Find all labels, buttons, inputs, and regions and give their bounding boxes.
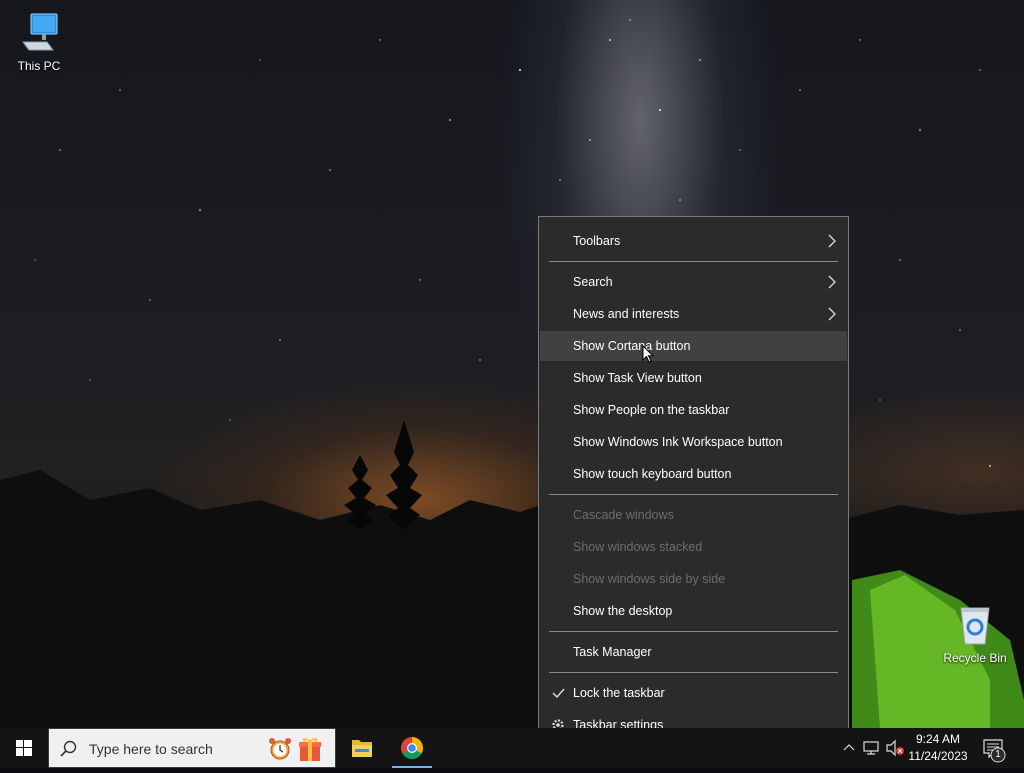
tray-date: 11/24/2023 <box>908 749 968 763</box>
start-button[interactable] <box>0 728 48 768</box>
desktop-icon-label: This PC <box>17 59 61 73</box>
menu-item-label: Task Manager <box>573 645 652 659</box>
menu-separator <box>549 494 838 495</box>
menu-item-show-cortana-button[interactable]: Show Cortana button <box>540 331 847 361</box>
menu-item-label: Show Cortana button <box>573 339 691 353</box>
network-icon <box>863 741 879 755</box>
taskbar-context-menu: Toolbars Search News and interests Show … <box>538 216 849 748</box>
menu-item-label: Show touch keyboard button <box>573 467 732 481</box>
menu-item-label: Show Task View button <box>573 371 702 385</box>
network-tray-button[interactable] <box>860 728 882 768</box>
tray-time: 9:24 AM <box>915 732 961 746</box>
menu-item-label: Toolbars <box>573 234 621 248</box>
monitor-icon <box>22 13 58 51</box>
taskbar-app-file-explorer[interactable] <box>338 728 386 768</box>
menu-item-label: Cascade windows <box>573 508 674 522</box>
menu-item-label: Show windows side by side <box>573 572 726 586</box>
menu-item-label: Show Windows Ink Workspace button <box>573 435 783 449</box>
chrome-icon <box>401 737 423 759</box>
menu-item-show-the-desktop[interactable]: Show the desktop <box>540 596 847 626</box>
menu-item-news-and-interests[interactable]: News and interests <box>540 299 847 329</box>
volume-muted-icon <box>886 739 904 757</box>
menu-item-show-touch-keyboard[interactable]: Show touch keyboard button <box>540 459 847 489</box>
menu-item-show-task-view-button[interactable]: Show Task View button <box>540 363 847 393</box>
menu-item-label: Search <box>573 275 613 289</box>
menu-item-search[interactable]: Search <box>540 267 847 297</box>
menu-item-cascade-windows: Cascade windows <box>540 500 847 530</box>
volume-tray-button[interactable] <box>884 728 906 768</box>
menu-item-label: Lock the taskbar <box>573 686 665 700</box>
menu-item-label: Show the desktop <box>573 604 673 618</box>
folder-icon <box>352 740 372 757</box>
menu-item-label: Show windows stacked <box>573 540 703 554</box>
menu-item-show-windows-side-by-side: Show windows side by side <box>540 564 847 594</box>
wallpaper-landscape <box>0 420 1024 768</box>
menu-item-toolbars[interactable]: Toolbars <box>540 226 847 256</box>
mouse-cursor-icon <box>642 345 655 363</box>
desktop-icon-recycle-bin[interactable]: Recycle Bin <box>937 602 1013 665</box>
show-hidden-icons-button[interactable] <box>838 728 860 768</box>
recycle-bin-icon <box>960 607 990 645</box>
menu-item-task-manager[interactable]: Task Manager <box>540 637 847 667</box>
taskbar-search-box[interactable]: Type here to search <box>48 728 336 768</box>
taskbar-app-chrome[interactable] <box>388 728 436 768</box>
search-icon <box>60 740 77 757</box>
alarm-clock-icon <box>269 738 291 760</box>
menu-separator <box>549 261 838 262</box>
menu-item-show-people[interactable]: Show People on the taskbar <box>540 395 847 425</box>
desktop-icon-label: Recycle Bin <box>943 651 1007 665</box>
windows-logo-icon <box>16 740 32 756</box>
action-center-button[interactable]: 1 <box>978 728 1022 768</box>
menu-separator <box>549 631 838 632</box>
chevron-up-icon <box>843 744 855 751</box>
menu-item-label: Show People on the taskbar <box>573 403 730 417</box>
menu-separator <box>549 672 838 673</box>
notification-count-badge: 1 <box>995 749 1001 760</box>
menu-item-show-windows-ink[interactable]: Show Windows Ink Workspace button <box>540 427 847 457</box>
desktop-icon-this-pc[interactable]: This PC <box>1 10 77 73</box>
gift-icon <box>299 737 321 761</box>
menu-item-show-windows-stacked: Show windows stacked <box>540 532 847 562</box>
menu-item-label: News and interests <box>573 307 680 321</box>
tray-clock[interactable]: 9:24 AM 11/24/2023 <box>906 731 970 765</box>
menu-item-lock-the-taskbar[interactable]: Lock the taskbar <box>540 678 847 708</box>
taskbar: Type here to search 9:24 AM 11/24/2023 1 <box>0 728 1024 768</box>
search-placeholder: Type here to search <box>89 741 213 757</box>
